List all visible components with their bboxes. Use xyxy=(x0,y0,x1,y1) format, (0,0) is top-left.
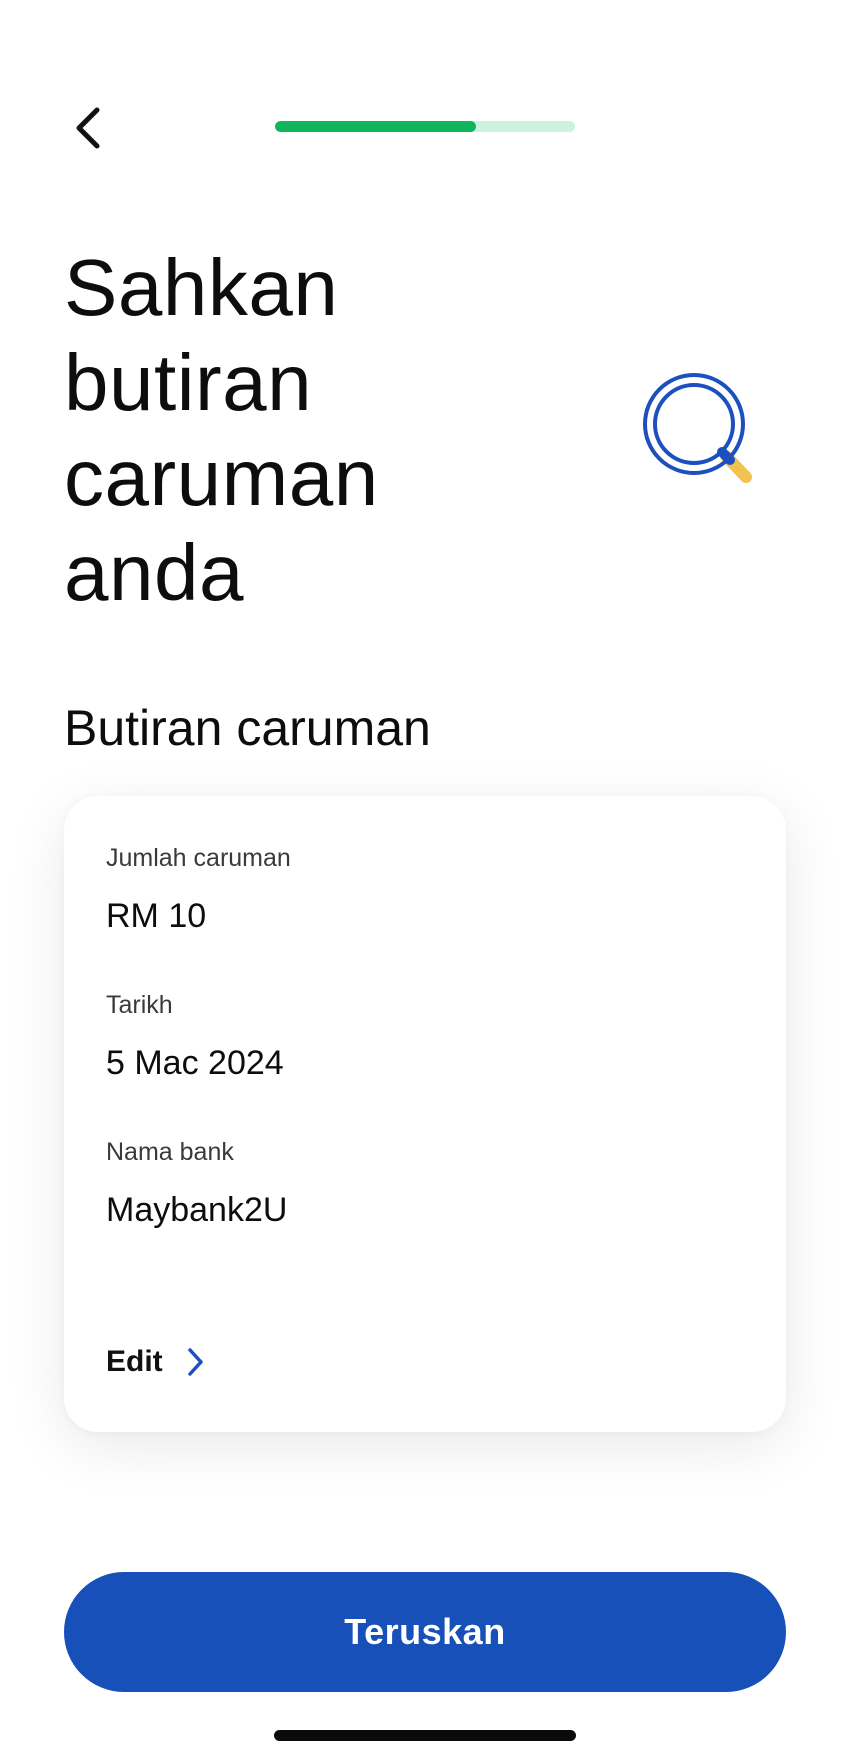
edit-label: Edit xyxy=(106,1345,163,1378)
edit-link[interactable]: Edit xyxy=(106,1342,205,1382)
bank-label: Nama bank xyxy=(106,1138,234,1166)
page-title-line: caruman xyxy=(64,433,379,522)
progress-bar xyxy=(275,121,575,132)
section-title: Butiran caruman xyxy=(64,700,431,756)
magnifying-glass-icon xyxy=(643,373,752,483)
continue-button[interactable]: Teruskan xyxy=(64,1572,786,1692)
amount-label: Jumlah caruman xyxy=(106,844,291,872)
bank-value: Maybank2U xyxy=(106,1191,288,1229)
bank-field: Nama bank Maybank2U xyxy=(106,1136,287,1232)
screen: Sahkan butiran caruman anda Butiran caru… xyxy=(0,0,850,1758)
date-label: Tarikh xyxy=(106,991,173,1019)
progress-bar-fill xyxy=(275,121,476,132)
chevron-right-icon xyxy=(187,1348,203,1376)
home-indicator xyxy=(274,1730,576,1741)
back-button[interactable] xyxy=(70,96,126,160)
contribution-details-card: Jumlah caruman RM 10 Tarikh 5 Mac 2024 N… xyxy=(64,796,786,1432)
amount-field: Jumlah caruman RM 10 xyxy=(106,842,291,938)
page-title-line: anda xyxy=(64,528,244,617)
date-field: Tarikh 5 Mac 2024 xyxy=(106,989,284,1085)
amount-value: RM 10 xyxy=(106,897,207,935)
page-title-line: Sahkan xyxy=(64,243,339,332)
date-value: 5 Mac 2024 xyxy=(106,1044,284,1082)
chevron-left-icon xyxy=(76,107,100,149)
page-title: Sahkan butiran caruman anda xyxy=(64,240,534,620)
page-title-line: butiran xyxy=(64,338,313,427)
